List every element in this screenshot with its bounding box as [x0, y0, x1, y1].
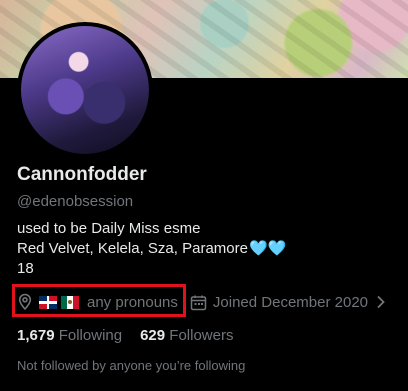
- profile-meta: any pronouns Joined December 2020: [17, 289, 386, 315]
- joined-date: Joined December 2020: [212, 293, 369, 311]
- following-count: 1,679: [17, 327, 55, 344]
- dominican-republic-flag-icon: [39, 295, 57, 309]
- bio-line-3: 18: [17, 260, 34, 277]
- followers-link[interactable]: 629 Followers: [140, 327, 233, 344]
- following-link[interactable]: 1,679 Following: [17, 327, 122, 344]
- calendar-icon: [190, 295, 207, 310]
- location-pin-icon: [18, 293, 32, 311]
- bio-line-2-text: Red Velvet, Kelela, Sza, Paramore: [17, 240, 248, 257]
- avatar-image: [21, 26, 149, 154]
- profile-avatar[interactable]: [17, 22, 153, 158]
- display-name: Cannonfodder: [17, 164, 147, 185]
- user-handle: @edenobsession: [17, 193, 134, 210]
- location-text: any pronouns: [87, 293, 178, 311]
- follow-stats: 1,679 Following 629 Followers: [17, 327, 233, 344]
- bio-line-2: Red Velvet, Kelela, Sza, Paramore🩵🩵: [17, 239, 286, 259]
- mexico-flag-icon: [61, 295, 79, 309]
- profile-bio: used to be Daily Miss esme Red Velvet, K…: [17, 219, 286, 279]
- following-label: Following: [58, 327, 123, 344]
- followers-label: Followers: [169, 327, 234, 344]
- chevron-right-icon[interactable]: [376, 295, 386, 309]
- bio-line-1: used to be Daily Miss esme: [17, 220, 201, 237]
- followers-count: 629: [140, 327, 166, 344]
- not-followed-text: Not followed by anyone you’re following: [17, 358, 246, 373]
- heart-emoji-icon: 🩵🩵: [248, 240, 287, 257]
